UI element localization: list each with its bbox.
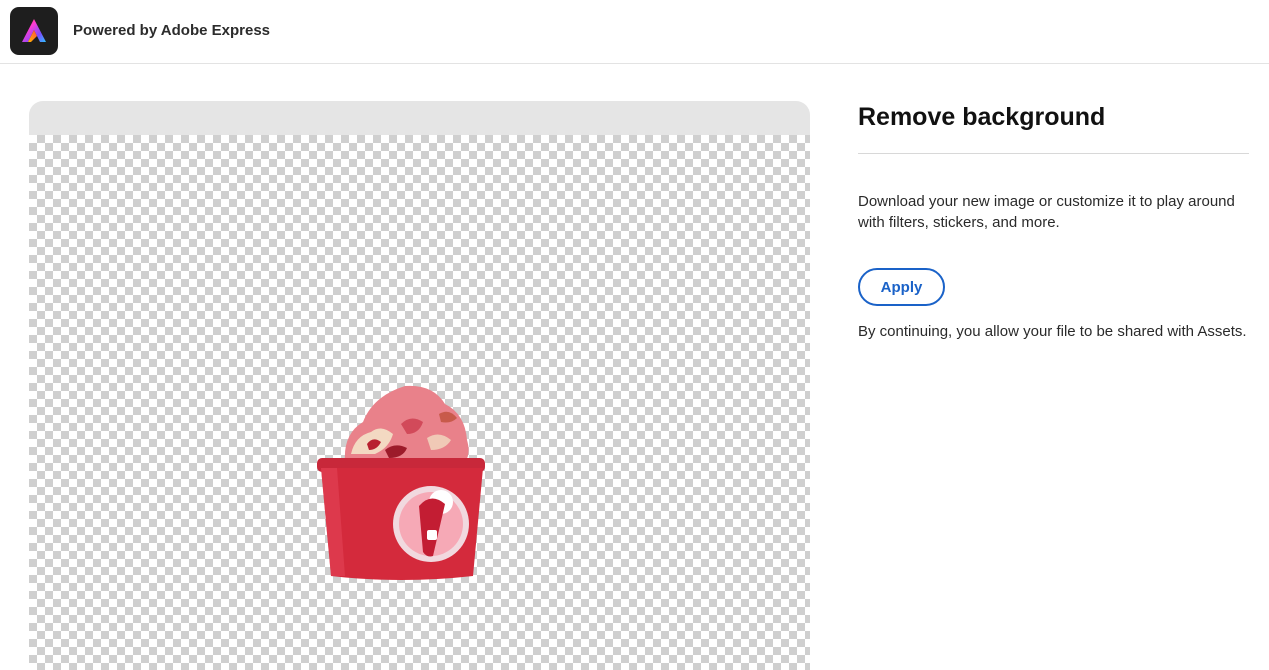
panel-title: Remove background [858, 103, 1106, 131]
ice-cream-cup-icon [315, 384, 487, 584]
divider [858, 153, 1249, 154]
adobe-express-logo-icon[interactable] [10, 7, 58, 55]
apply-button[interactable]: Apply [858, 268, 945, 306]
image-preview [29, 101, 810, 670]
app-header: Powered by Adobe Express [0, 0, 1269, 64]
panel-description: Download your new image or customize it … [858, 193, 1235, 231]
powered-by-label: Powered by Adobe Express [73, 22, 271, 39]
consent-text: By continuing, you allow your file to be… [858, 323, 1247, 340]
